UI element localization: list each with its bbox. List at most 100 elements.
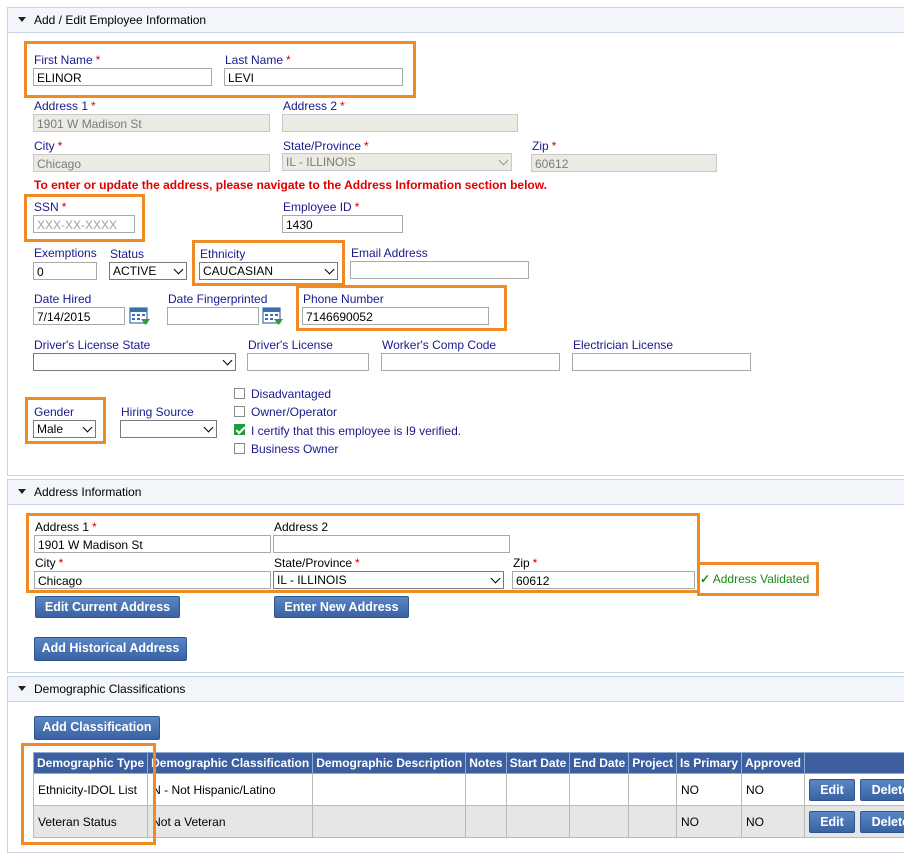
disadvantaged-checkbox[interactable] xyxy=(234,388,245,399)
owner-operator-checkbox[interactable] xyxy=(234,406,245,417)
cell-project xyxy=(629,774,677,806)
employee-id-label: Employee ID* xyxy=(283,200,359,214)
i9-verified-label: I certify that this employee is I9 verif… xyxy=(251,424,461,438)
employee-info-title: Add / Edit Employee Information xyxy=(34,13,206,27)
calendar-icon[interactable] xyxy=(129,306,151,326)
collapse-triangle-icon[interactable] xyxy=(18,686,26,691)
cell-end xyxy=(570,806,629,838)
addr-address1-input[interactable]: 1901 W Madison St xyxy=(34,535,271,553)
ssn-input[interactable]: XXX-XX-XXXX xyxy=(33,215,135,233)
addr-address1-label: Address 1* xyxy=(35,520,97,534)
exemptions-input[interactable]: 0 xyxy=(33,262,97,280)
electrician-label: Electrician License xyxy=(573,338,673,352)
cell-start xyxy=(506,774,570,806)
gender-select[interactable]: Male xyxy=(33,420,96,438)
ethnicity-label: Ethnicity xyxy=(200,247,245,261)
col-notes[interactable]: Notes xyxy=(466,753,506,774)
status-label: Status xyxy=(110,247,144,261)
business-owner-label: Business Owner xyxy=(251,442,338,456)
edit-current-address-button[interactable]: Edit Current Address xyxy=(35,596,180,618)
phone-input[interactable]: 7146690052 xyxy=(302,307,489,325)
last-name-label: Last Name* xyxy=(225,53,291,67)
addr-city-input[interactable]: Chicago xyxy=(34,571,271,589)
business-owner-checkbox[interactable] xyxy=(234,443,245,454)
cell-classification: N - Not Hispanic/Latino xyxy=(148,774,313,806)
address-validated-status: ✓ Address Validated xyxy=(700,572,809,586)
city-input-disabled: Chicago xyxy=(33,154,270,172)
workers-comp-input[interactable] xyxy=(381,353,560,371)
electrician-input[interactable] xyxy=(572,353,751,371)
cell-primary: NO xyxy=(676,774,741,806)
cell-notes xyxy=(466,774,506,806)
addr-zip-input[interactable]: 60612 xyxy=(512,571,695,589)
address-info-title: Address Information xyxy=(34,485,141,499)
col-demographic-classification[interactable]: Demographic Classification xyxy=(148,753,313,774)
address-notice: To enter or update the address, please n… xyxy=(34,178,547,192)
date-fingerprinted-input[interactable] xyxy=(167,307,259,325)
cell-actions: Edit Delete xyxy=(805,774,904,806)
addr-city-label: City* xyxy=(35,556,63,570)
add-classification-button[interactable]: Add Classification xyxy=(34,716,160,740)
employee-info-header[interactable]: Add / Edit Employee Information xyxy=(8,8,904,33)
cell-start xyxy=(506,806,570,838)
col-end-date[interactable]: End Date xyxy=(570,753,629,774)
demographic-title: Demographic Classifications xyxy=(34,682,185,696)
edit-button[interactable]: Edit xyxy=(809,811,855,833)
edit-button[interactable]: Edit xyxy=(809,779,855,801)
employee-id-input[interactable]: 1430 xyxy=(282,215,403,233)
addr-address2-label: Address 2 xyxy=(274,520,328,534)
dl-label: Driver's License xyxy=(248,338,333,352)
hiring-source-label: Hiring Source xyxy=(121,405,194,419)
email-input[interactable] xyxy=(350,261,529,279)
col-demographic-description[interactable]: Demographic Description xyxy=(313,753,466,774)
add-historical-address-button[interactable]: Add Historical Address xyxy=(34,637,187,661)
zip-label: Zip* xyxy=(532,139,556,153)
cell-description xyxy=(313,774,466,806)
col-start-date[interactable]: Start Date xyxy=(506,753,570,774)
delete-button[interactable]: Delete xyxy=(860,779,904,801)
zip-input-disabled: 60612 xyxy=(531,154,717,172)
col-demographic-type[interactable]: Demographic Type xyxy=(34,753,148,774)
disadvantaged-label: Disadvantaged xyxy=(251,387,331,401)
collapse-triangle-icon[interactable] xyxy=(18,17,26,22)
cell-project xyxy=(629,806,677,838)
cell-classification: Not a Veteran xyxy=(148,806,313,838)
collapse-triangle-icon[interactable] xyxy=(18,489,26,494)
col-project[interactable]: Project xyxy=(629,753,677,774)
calendar-icon[interactable] xyxy=(262,306,284,326)
state-select-disabled: IL - ILLINOIS xyxy=(282,153,512,171)
col-approved[interactable]: Approved xyxy=(742,753,805,774)
addr-state-label: State/Province* xyxy=(274,556,360,570)
date-fingerprinted-label: Date Fingerprinted xyxy=(168,292,267,306)
table-header-row: Demographic Type Demographic Classificat… xyxy=(34,753,904,774)
hiring-source-select[interactable] xyxy=(120,420,217,438)
date-hired-label: Date Hired xyxy=(34,292,91,306)
address2-input-disabled xyxy=(282,114,518,132)
col-is-primary[interactable]: Is Primary xyxy=(676,753,741,774)
first-name-input[interactable]: ELINOR xyxy=(33,68,212,86)
last-name-input[interactable]: LEVI xyxy=(224,68,403,86)
cell-end xyxy=(570,774,629,806)
addr-address2-input[interactable] xyxy=(273,535,510,553)
dl-state-select[interactable] xyxy=(33,353,236,371)
cell-actions: Edit Delete xyxy=(805,806,904,838)
cell-type: Veteran Status xyxy=(34,806,148,838)
address-info-header[interactable]: Address Information xyxy=(8,480,904,505)
dl-input[interactable] xyxy=(247,353,369,371)
addr-state-select[interactable]: IL - ILLINOIS xyxy=(273,571,504,589)
address2-label: Address 2* xyxy=(283,99,345,113)
ethnicity-select[interactable]: CAUCASIAN xyxy=(199,262,338,280)
delete-button[interactable]: Delete xyxy=(860,811,904,833)
table-row: Ethnicity-IDOL List N - Not Hispanic/Lat… xyxy=(34,774,904,806)
demographic-header[interactable]: Demographic Classifications xyxy=(8,677,904,702)
i9-verified-checkbox[interactable] xyxy=(234,424,245,435)
status-select[interactable]: ACTIVE xyxy=(109,262,187,280)
state-label: State/Province* xyxy=(283,139,369,153)
owner-operator-label: Owner/Operator xyxy=(251,405,337,419)
addr-zip-label: Zip* xyxy=(513,556,537,570)
date-hired-input[interactable]: 7/14/2015 xyxy=(33,307,125,325)
cell-description xyxy=(313,806,466,838)
gender-label: Gender xyxy=(34,405,74,419)
enter-new-address-button[interactable]: Enter New Address xyxy=(274,596,409,618)
phone-label: Phone Number xyxy=(303,292,384,306)
